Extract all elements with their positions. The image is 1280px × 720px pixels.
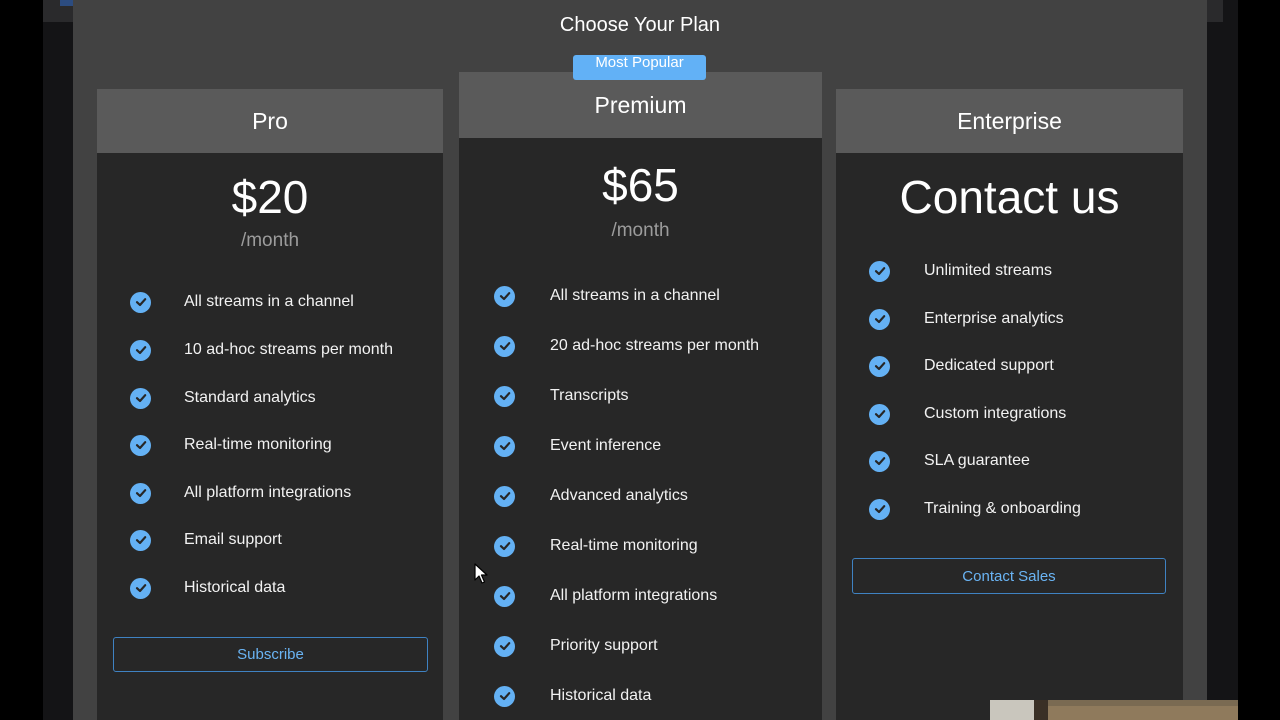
most-popular-badge: Most Popular: [573, 55, 706, 80]
plan-price-premium: $65: [602, 159, 679, 211]
feature-label: Real-time monitoring: [184, 436, 332, 453]
feature-item: All streams in a channel: [97, 287, 443, 317]
feature-item: 10 ad-hoc streams per month: [97, 335, 443, 365]
check-circle-icon: [494, 585, 515, 607]
check-circle-icon: [869, 450, 890, 472]
feature-label: 10 ad-hoc streams per month: [184, 341, 393, 358]
feature-item: Unlimited streams: [836, 256, 1183, 286]
feature-item: 20 ad-hoc streams per month: [459, 331, 822, 361]
check-circle-icon: [494, 635, 515, 657]
check-circle-icon: [130, 339, 151, 361]
check-circle-icon: [494, 685, 515, 707]
plan-name-premium: Premium: [459, 72, 822, 138]
check-circle-icon: [869, 260, 890, 282]
feature-item: Real-time monitoring: [459, 531, 822, 561]
plan-price-pro: $20: [231, 171, 309, 223]
check-circle-icon: [869, 355, 890, 377]
plan-period-premium: /month: [611, 220, 670, 241]
check-circle-icon: [494, 485, 515, 507]
mouse-cursor-icon: [474, 563, 488, 584]
feature-item: Training & onboarding: [836, 494, 1183, 524]
feature-label: All streams in a channel: [184, 293, 354, 310]
plan-price-enterprise: Contact us: [899, 171, 1120, 223]
check-circle-icon: [869, 498, 890, 520]
plan-card-pro: Pro $20 /month All streams in a channel …: [97, 89, 443, 720]
feature-item: Priority support: [459, 631, 822, 661]
check-circle-icon: [869, 308, 890, 330]
check-circle-icon: [130, 291, 151, 313]
plan-name-enterprise: Enterprise: [836, 89, 1183, 153]
feature-item: Historical data: [97, 573, 443, 603]
feature-item: Event inference: [459, 431, 822, 461]
subscribe-button[interactable]: Subscribe: [113, 637, 428, 672]
plan-name-pro: Pro: [97, 89, 443, 153]
plan-modal: Choose Your Plan Pro $20 /month All stre…: [73, 0, 1207, 720]
feature-label: Email support: [184, 531, 282, 548]
feature-item: Transcripts: [459, 381, 822, 411]
check-circle-icon: [494, 535, 515, 557]
check-circle-icon: [130, 577, 151, 599]
feature-label: Enterprise analytics: [924, 310, 1064, 327]
feature-label: Event inference: [550, 437, 662, 454]
feature-item: Dedicated support: [836, 351, 1183, 381]
check-circle-icon: [869, 403, 890, 425]
check-circle-icon: [494, 285, 515, 307]
feature-item: All platform integrations: [459, 581, 822, 611]
check-circle-icon: [130, 529, 151, 551]
feature-label: All platform integrations: [184, 484, 352, 501]
feature-label: Standard analytics: [184, 389, 316, 406]
feature-label: 20 ad-hoc streams per month: [550, 337, 759, 354]
feature-label: Unlimited streams: [924, 262, 1053, 279]
feature-label: Historical data: [184, 579, 286, 596]
feature-label: Transcripts: [550, 387, 629, 404]
feature-item: Real-time monitoring: [97, 430, 443, 460]
feature-label: Custom integrations: [924, 405, 1067, 422]
check-circle-icon: [130, 434, 151, 456]
feature-item: Enterprise analytics: [836, 304, 1183, 334]
plan-period-pro: /month: [240, 230, 300, 251]
feature-item: Email support: [97, 525, 443, 555]
check-circle-icon: [130, 482, 151, 504]
feature-item: All streams in a channel: [459, 281, 822, 311]
feature-label: Historical data: [550, 687, 652, 704]
plan-card-enterprise: Enterprise Contact us Unlimited streams …: [836, 89, 1183, 720]
feature-item: Custom integrations: [836, 399, 1183, 429]
check-circle-icon: [130, 387, 151, 409]
check-circle-icon: [494, 335, 515, 357]
feature-label: Training & onboarding: [924, 500, 1081, 517]
check-circle-icon: [494, 435, 515, 457]
feature-label: Real-time monitoring: [550, 537, 698, 554]
check-circle-icon: [494, 385, 515, 407]
modal-title: Choose Your Plan: [559, 14, 721, 36]
plan-card-premium: Premium $65 /month All streams in a chan…: [459, 72, 822, 720]
feature-label: Dedicated support: [924, 357, 1054, 374]
webcam-thumbnail: [990, 700, 1238, 720]
background-accent: [60, 0, 74, 6]
feature-label: Priority support: [550, 637, 658, 654]
contact-sales-button[interactable]: Contact Sales: [852, 558, 1166, 594]
feature-item: Standard analytics: [97, 383, 443, 413]
feature-item: Advanced analytics: [459, 481, 822, 511]
feature-item: Historical data: [459, 681, 822, 711]
feature-label: Advanced analytics: [550, 487, 688, 504]
feature-item: All platform integrations: [97, 478, 443, 508]
feature-item: SLA guarantee: [836, 446, 1183, 476]
feature-label: All streams in a channel: [550, 287, 720, 304]
feature-label: All platform integrations: [550, 587, 718, 604]
feature-label: SLA guarantee: [924, 452, 1030, 469]
